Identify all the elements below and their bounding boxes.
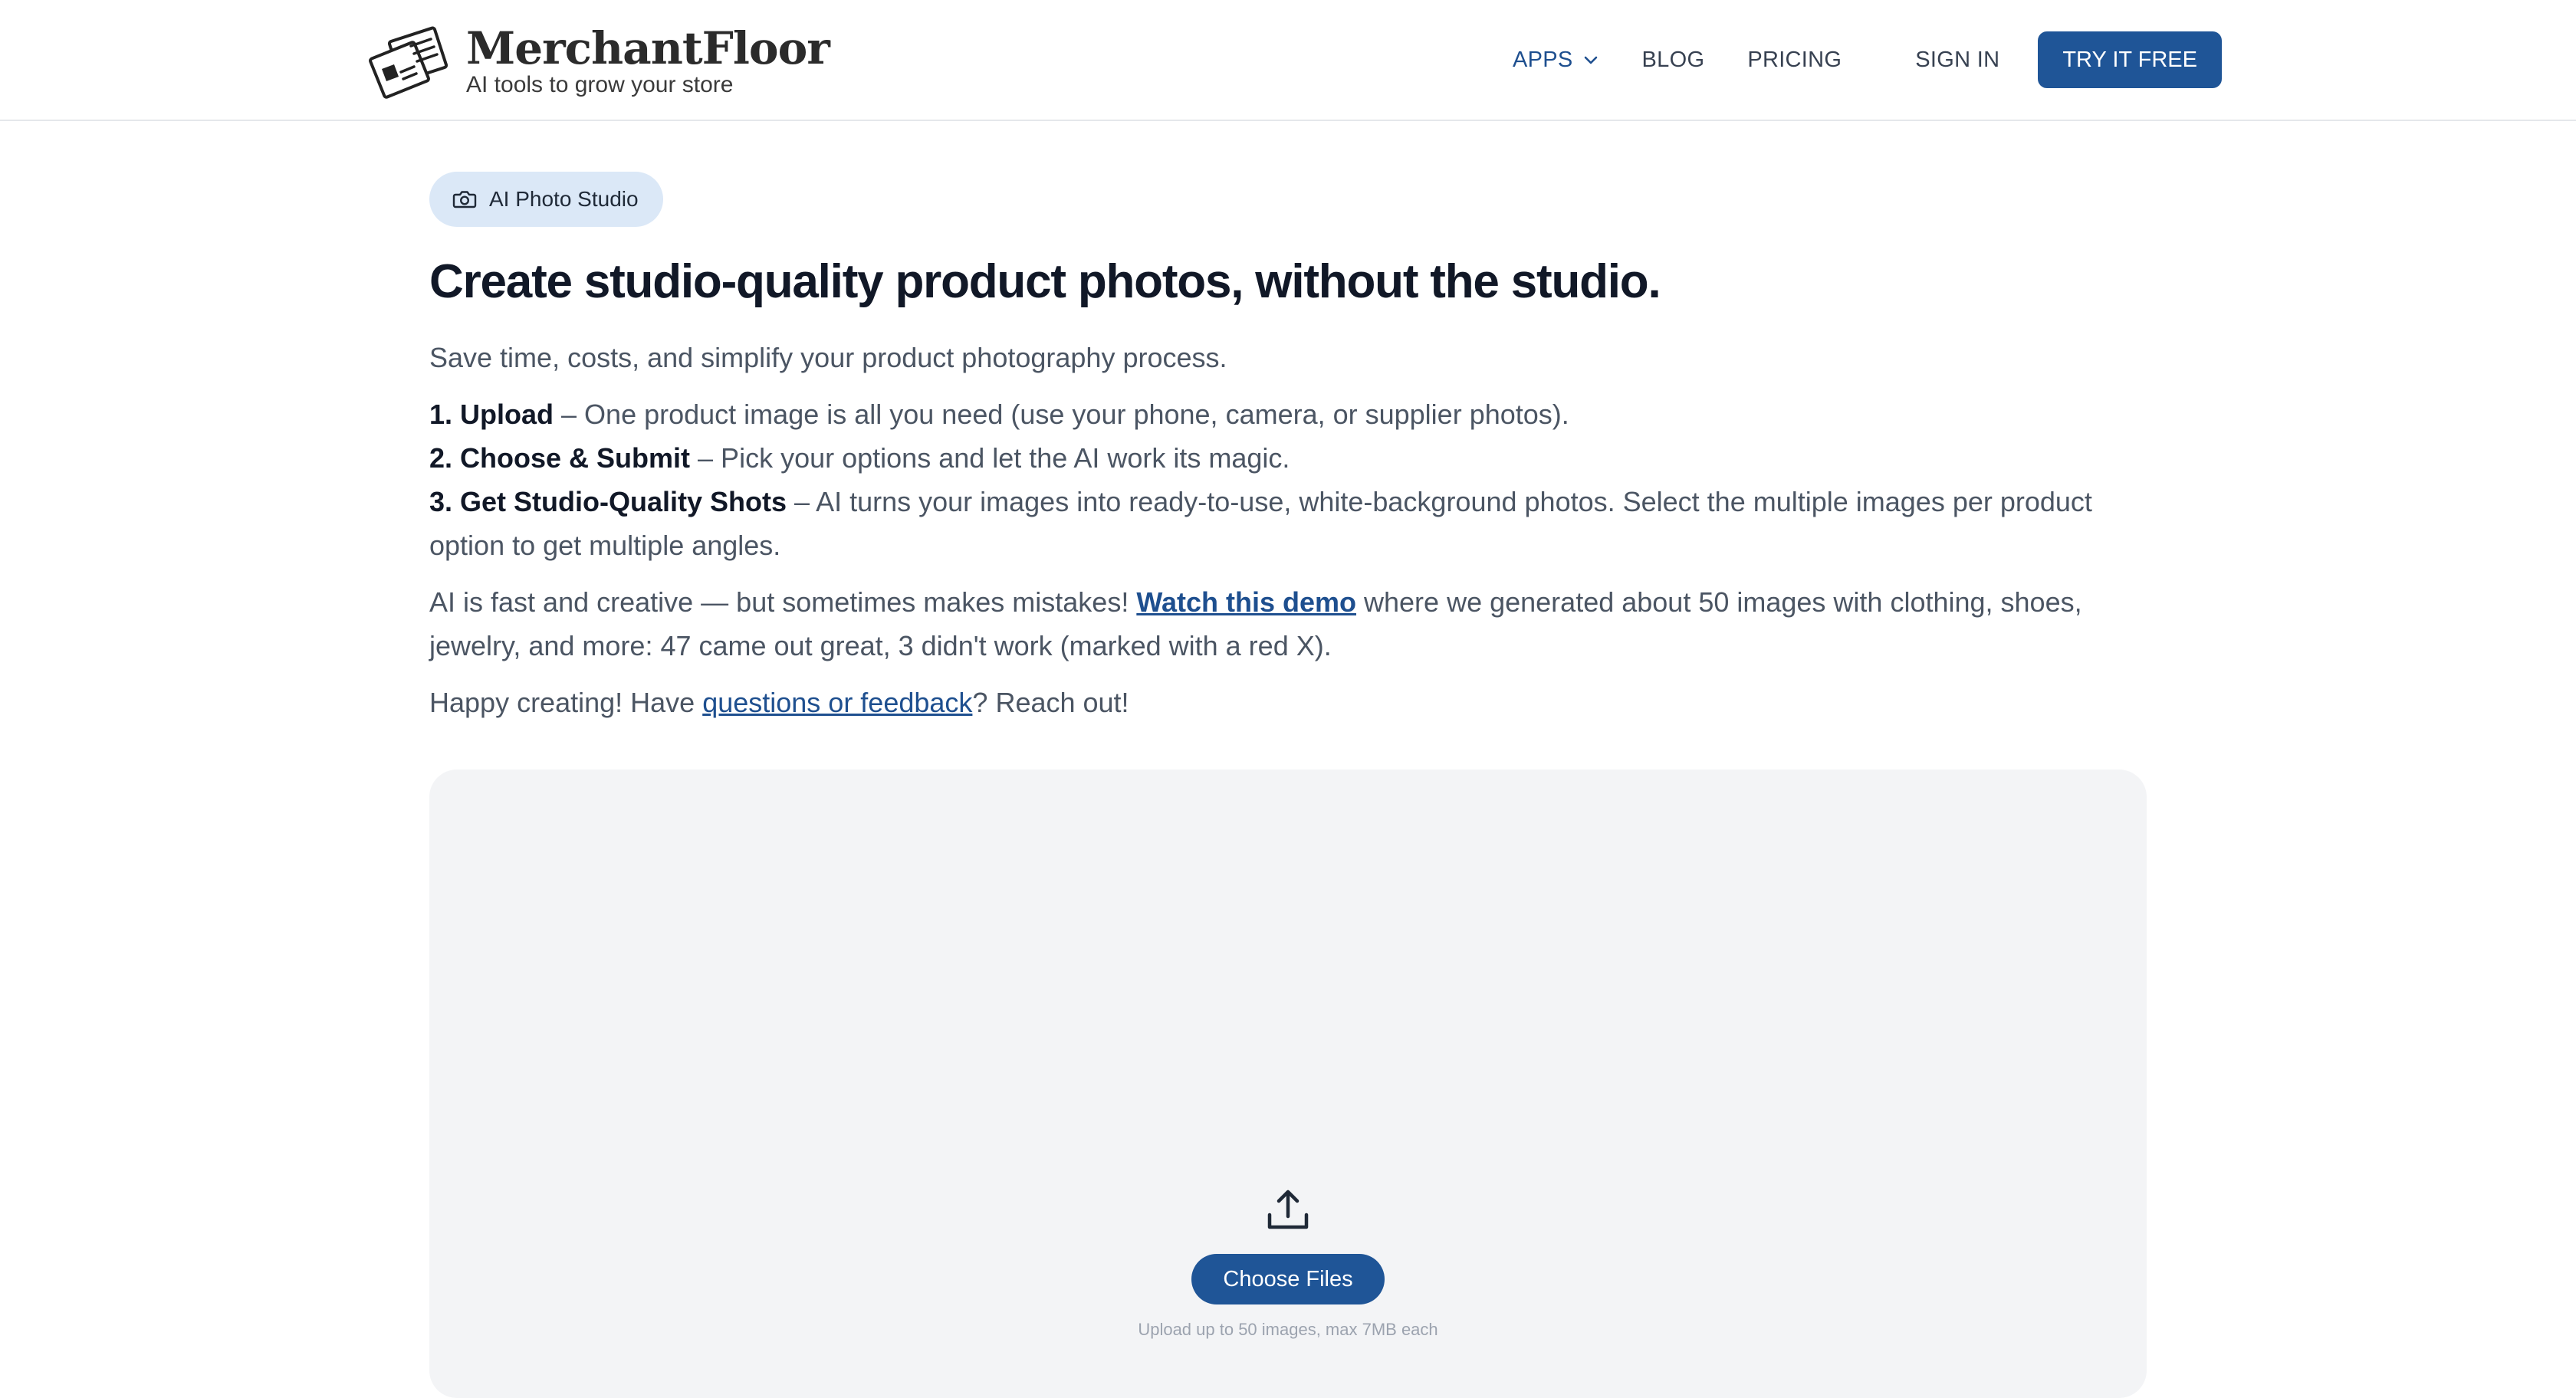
camera-icon [452, 191, 477, 208]
step-label: 2. Choose & Submit [429, 442, 691, 474]
step-text: – One product image is all you need (use… [554, 399, 1569, 430]
ai-disclaimer-before: AI is fast and creative — but sometimes … [429, 586, 1137, 618]
step-choose-submit: 2. Choose & Submit – Pick your options a… [429, 436, 2147, 480]
ai-disclaimer: AI is fast and creative — but sometimes … [429, 580, 2147, 668]
badge-label: AI Photo Studio [489, 187, 639, 211]
nav-apps-label: APPS [1512, 47, 1573, 72]
brand-text: MerchantFloor AI tools to grow your stor… [466, 25, 830, 98]
choose-files-button[interactable]: Choose Files [1191, 1254, 1385, 1304]
step-get-shots: 3. Get Studio-Quality Shots – AI turns y… [429, 480, 2147, 567]
main-nav: APPS BLOG PRICING SIGN IN TRY IT FREE [1513, 31, 2222, 89]
upload-icon [1267, 1190, 1309, 1229]
steps-list: 1. Upload – One product image is all you… [429, 392, 2147, 567]
feedback-before: Happy creating! Have [429, 687, 703, 718]
step-label: 1. Upload [429, 399, 554, 430]
nav-blog-link[interactable]: BLOG [1642, 48, 1705, 73]
try-it-free-button[interactable]: TRY IT FREE [2038, 31, 2222, 88]
watch-demo-link[interactable]: Watch this demo [1136, 586, 1356, 618]
upload-dropzone[interactable]: Choose Files Upload up to 50 images, max… [429, 770, 2147, 1398]
step-text: – Pick your options and let the AI work … [690, 442, 1290, 474]
questions-feedback-link[interactable]: questions or feedback [702, 687, 972, 718]
nav-apps-dropdown[interactable]: APPS [1513, 48, 1599, 73]
brand-name: MerchantFloor [466, 22, 830, 74]
brand-logo[interactable]: MerchantFloor AI tools to grow your stor… [363, 23, 830, 100]
brand-tagline: AI tools to grow your store [466, 72, 734, 97]
newspaper-logo-icon [369, 26, 449, 99]
step-upload: 1. Upload – One product image is all you… [429, 392, 2147, 436]
feedback-text: Happy creating! Have questions or feedba… [429, 681, 2147, 724]
feedback-after: ? Reach out! [972, 687, 1129, 718]
upload-hint: Upload up to 50 images, max 7MB each [1138, 1320, 1438, 1339]
step-label: 3. Get Studio-Quality Shots [429, 486, 787, 517]
nav-pricing-link[interactable]: PRICING [1747, 48, 1842, 73]
site-header: MerchantFloor AI tools to grow your stor… [0, 0, 2576, 121]
main-content: AI Photo Studio Create studio-quality pr… [429, 172, 2147, 724]
product-badge: AI Photo Studio [429, 172, 663, 227]
page-title: Create studio-quality product photos, wi… [429, 255, 1661, 308]
chevron-down-icon [1584, 56, 1597, 64]
intro-text: Save time, costs, and simplify your prod… [429, 342, 1227, 373]
sign-in-link[interactable]: SIGN IN [1915, 48, 1999, 73]
